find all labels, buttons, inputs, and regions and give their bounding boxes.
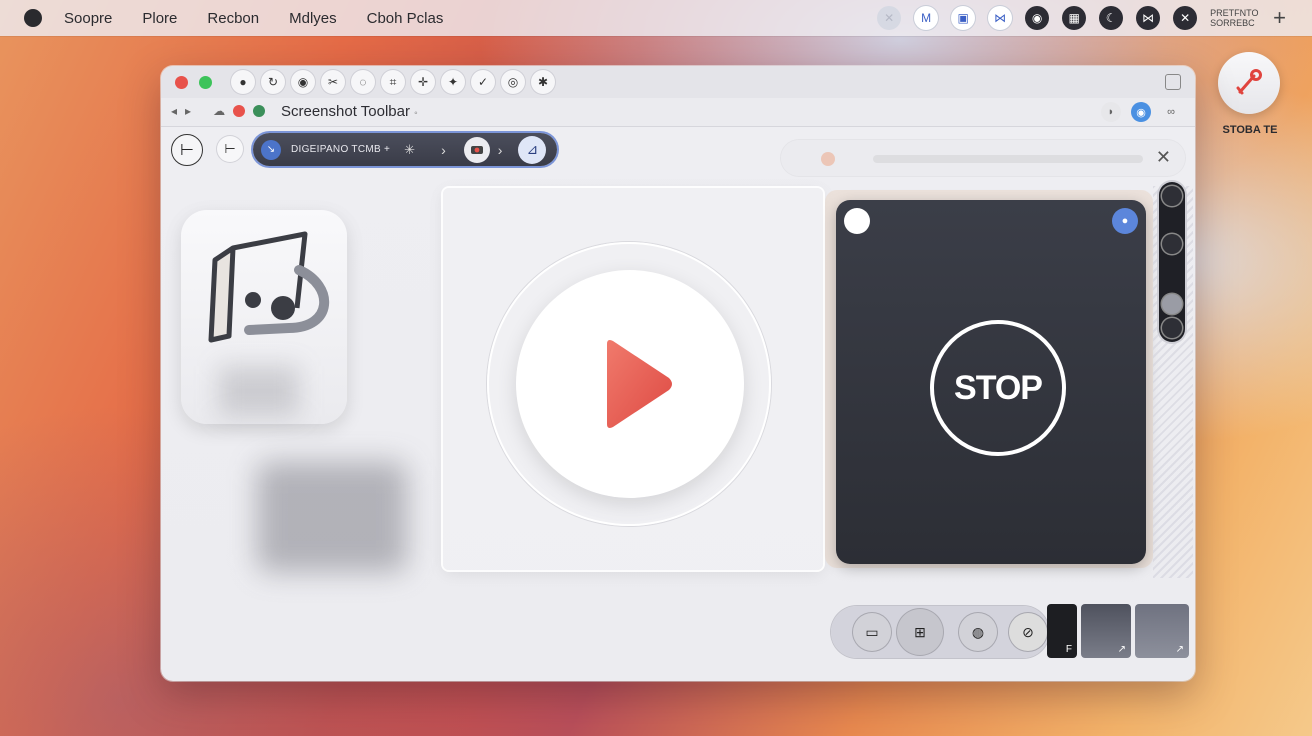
menu-item-1[interactable]: Soopre: [64, 10, 112, 27]
thumbnail-1[interactable]: F: [1047, 604, 1077, 658]
record-widget-label: STOBA TE: [1222, 124, 1278, 136]
status-area: ✕ M ▣ ⋈ ◉ ▦ ☾ ⋈ ✕ PRETFNTO SORREBC +: [877, 6, 1286, 30]
bottom-dock: ▭ ⊞ ◍ ⊘: [831, 606, 1049, 658]
record-dot-icon: [233, 105, 246, 117]
app-status-icon[interactable]: ◉: [1025, 6, 1050, 30]
link-status-icon[interactable]: ⋈: [988, 6, 1013, 30]
record-widget-button[interactable]: [1218, 52, 1280, 114]
check-icon[interactable]: ✓: [471, 70, 495, 94]
address-right-controls: ◗ ◉ ∞: [1101, 102, 1181, 122]
crop-icon[interactable]: ⌗: [381, 70, 405, 94]
cross-status-icon[interactable]: ✕: [877, 6, 902, 30]
back-button[interactable]: ⊢: [171, 134, 203, 166]
slider-mid-knob[interactable]: [1162, 234, 1182, 254]
chevron-right-icon[interactable]: ›: [441, 142, 446, 158]
calculator-status-icon[interactable]: ▦: [1062, 6, 1087, 30]
play-icon: [607, 340, 672, 428]
search-dot-icon: [821, 152, 835, 166]
capture-knob-icon[interactable]: [463, 136, 490, 163]
status-dot[interactable]: [844, 208, 870, 234]
crosshair-icon[interactable]: ✛: [411, 70, 435, 94]
apple-menu-icon[interactable]: [24, 9, 42, 27]
sidebar-toggle-icon[interactable]: [1165, 74, 1181, 90]
menu-bar: Soopre Plore Recbon Mdlyes Cboh Pclas ✕ …: [0, 0, 1312, 36]
maximize-window-button[interactable]: [199, 76, 212, 89]
menu-item-3[interactable]: Recbon: [207, 10, 259, 27]
toolbar-icons: ● ↻ ◉ ✂ ◌ ⌗ ✛ ✦ ✓ ◎ ✱: [231, 70, 555, 94]
cloud-icon[interactable]: ☁: [213, 104, 225, 118]
blurred-shadow: [219, 366, 299, 416]
rotate-icon[interactable]: ↻: [261, 70, 285, 94]
back-arrow-icon[interactable]: ◂: [171, 104, 177, 118]
infinity-icon[interactable]: ∞: [1161, 102, 1181, 122]
grid-icon[interactable]: ⊞: [897, 609, 943, 655]
page-title: Screenshot Toolbar ◦: [281, 103, 418, 120]
camera-icon[interactable]: ●: [231, 70, 255, 94]
sparkle-icon[interactable]: ✦: [441, 70, 465, 94]
info-icon[interactable]: ◉: [1131, 102, 1151, 122]
no-entry-icon[interactable]: ⊘: [1009, 613, 1047, 651]
thumbnail-2[interactable]: ↗: [1081, 604, 1131, 658]
menu-item-5[interactable]: Cboh Pclas: [367, 10, 444, 27]
blurred-thumbnail: [257, 462, 407, 572]
green-dot-icon: [253, 105, 266, 117]
star-icon[interactable]: ✳: [404, 142, 415, 158]
close-window-button[interactable]: [175, 76, 188, 89]
lens-icon[interactable]: ◎: [501, 70, 525, 94]
thumbnail-3[interactable]: ↗: [1135, 604, 1189, 658]
menu-item-2[interactable]: Plore: [142, 10, 177, 27]
step-button[interactable]: ⊢: [217, 136, 243, 162]
mail-status-icon[interactable]: M: [914, 6, 939, 30]
address-bar: ◂ ▸ ☁ Screenshot Toolbar ◦ ◗ ◉ ∞: [161, 98, 1195, 127]
search-placeholder-bar: [873, 155, 1143, 163]
address-controls: ◂ ▸ ☁: [171, 104, 266, 118]
moon-status-icon[interactable]: ☾: [1099, 6, 1124, 30]
thumbnail-strip: F ↗ ↗: [1047, 604, 1189, 658]
forward-arrow-icon[interactable]: ▸: [185, 104, 191, 118]
status-text: PRETFNTO SORREBC: [1210, 8, 1259, 28]
close-status-icon[interactable]: ✕: [1173, 6, 1198, 30]
mouse-icon[interactable]: ◍: [959, 613, 997, 651]
app-window: ● ↻ ◉ ✂ ◌ ⌗ ✛ ✦ ✓ ◎ ✱ ◂ ▸ ☁ Screenshot T…: [161, 66, 1195, 681]
scissors-icon[interactable]: ✂: [321, 70, 345, 94]
microphone-icon[interactable]: ●: [1112, 208, 1138, 234]
capture-mode-icon: ↘: [261, 139, 281, 160]
shield-icon[interactable]: ◗: [1101, 102, 1121, 122]
search-field[interactable]: ✕: [781, 140, 1185, 176]
slider-top-knob[interactable]: [1162, 186, 1182, 206]
sound-wave-icon[interactable]: ⊿: [518, 135, 547, 164]
slider-handle[interactable]: [1162, 294, 1182, 314]
capture-mode-label: DIGEIPANO TCMB +: [291, 144, 391, 155]
slider-bottom-knob[interactable]: [1162, 318, 1182, 338]
close-icon[interactable]: ✕: [1156, 147, 1171, 168]
photo-status-icon[interactable]: ▣: [951, 6, 976, 30]
menu-item-4[interactable]: Mdlyes: [289, 10, 337, 27]
cassette-icon[interactable]: ▭: [853, 613, 891, 651]
volume-slider[interactable]: [1159, 182, 1185, 342]
bowtie-status-icon[interactable]: ⋈: [1136, 6, 1161, 30]
chevron-right-icon-2[interactable]: ›: [498, 142, 503, 158]
play-button[interactable]: [516, 270, 744, 498]
lasso-icon[interactable]: ◌: [351, 70, 375, 94]
play-panel: [443, 188, 823, 570]
capture-mode-pill[interactable]: ↘ DIGEIPANO TCMB + ✳ › › ⊿: [253, 133, 557, 166]
disc-icon[interactable]: ◉: [291, 70, 315, 94]
add-button[interactable]: +: [1273, 7, 1286, 29]
gear-icon[interactable]: ✱: [531, 70, 555, 94]
stop-panel: ● STOP: [836, 200, 1146, 564]
title-bar: ● ↻ ◉ ✂ ◌ ⌗ ✛ ✦ ✓ ◎ ✱: [161, 66, 1195, 99]
stop-button[interactable]: STOP: [930, 320, 1066, 456]
record-pen-icon: [1236, 69, 1262, 95]
